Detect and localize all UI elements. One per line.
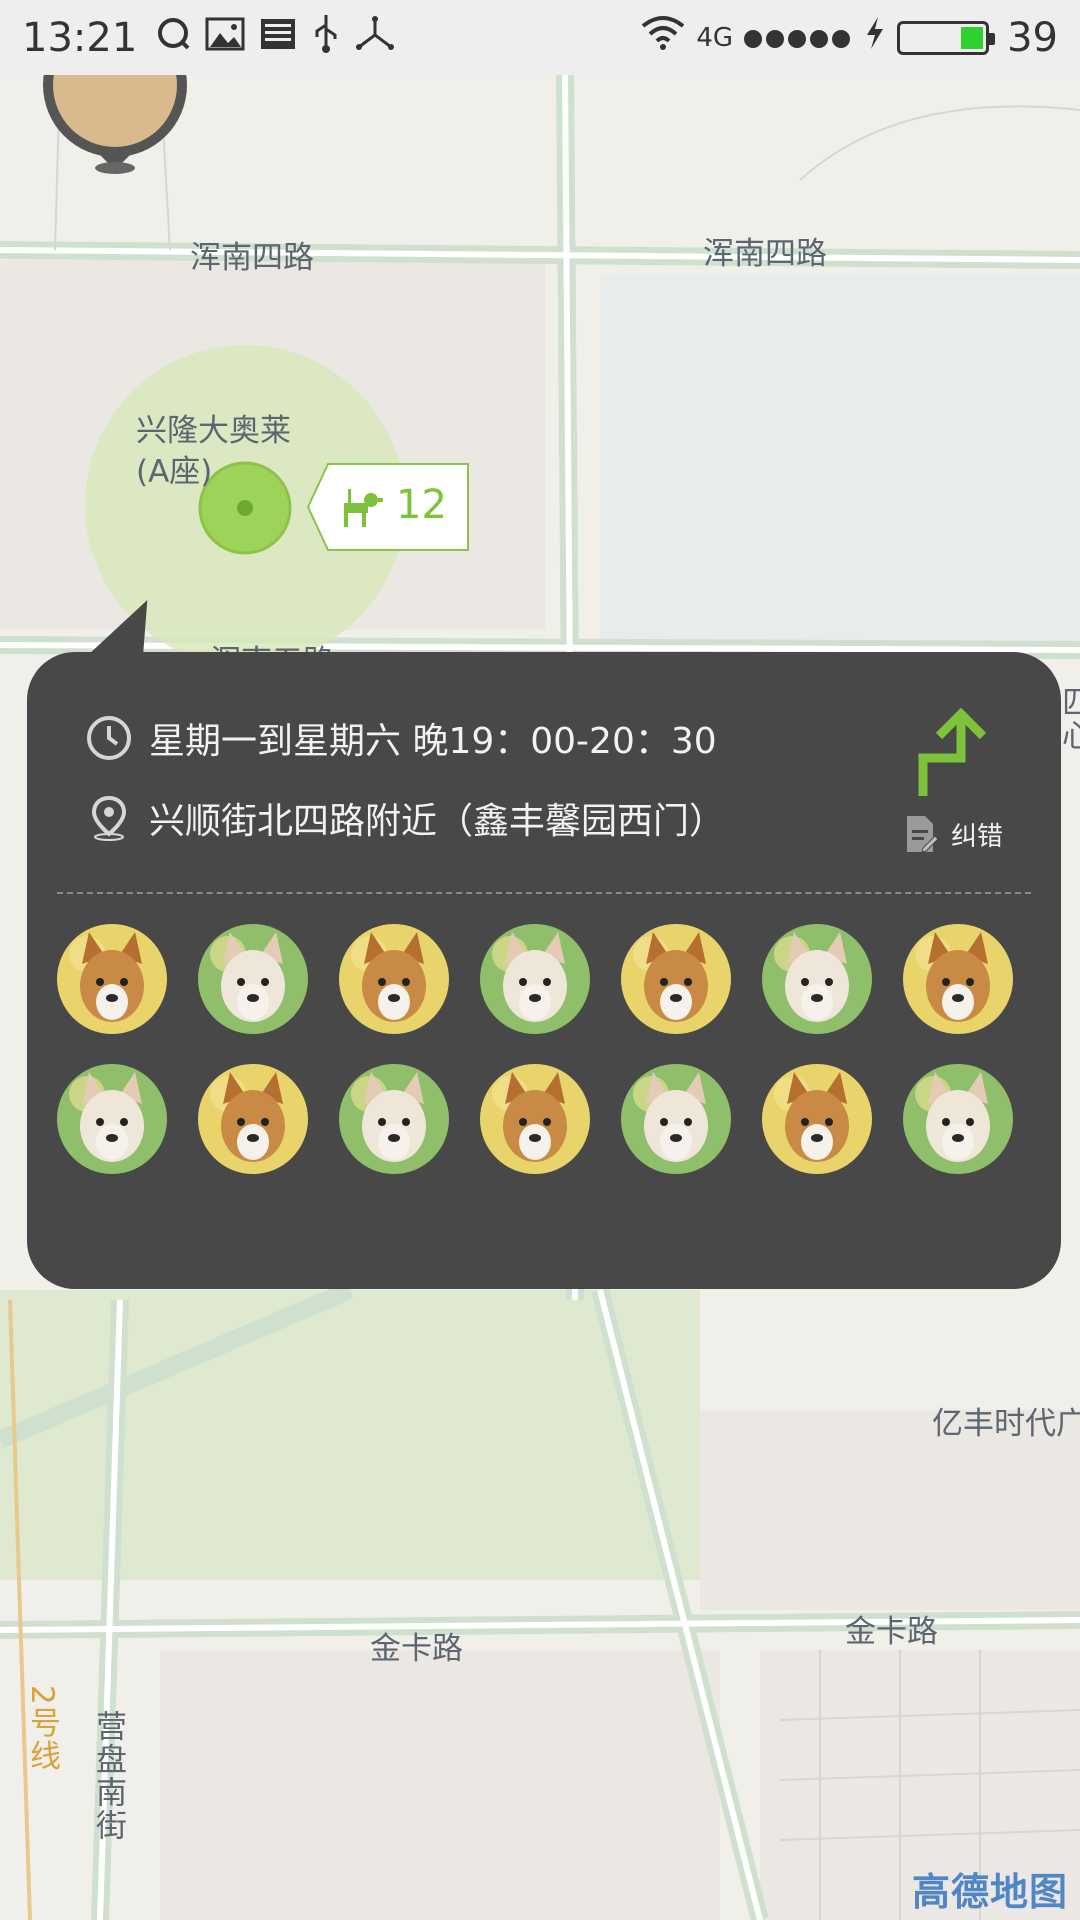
chihuahua-avatar[interactable] xyxy=(762,924,872,1034)
road-label: 金卡路 xyxy=(370,1631,463,1667)
clock-icon xyxy=(87,716,131,760)
location-pin-icon xyxy=(91,795,127,841)
dog-avatar-grid xyxy=(57,924,1037,1174)
share-icon xyxy=(355,15,395,61)
corgi-avatar[interactable] xyxy=(198,1064,308,1174)
corgi-avatar[interactable] xyxy=(339,924,449,1034)
correct-button[interactable]: 纠错 xyxy=(903,814,1003,854)
poi-label[interactable]: 兴隆大奥莱 xyxy=(136,405,291,450)
image-icon xyxy=(205,15,245,61)
poi-label-sub: (A座) xyxy=(136,454,213,490)
wifi-icon xyxy=(640,14,686,62)
chihuahua-avatar[interactable] xyxy=(198,924,308,1034)
navigate-arrow-icon[interactable] xyxy=(915,708,991,800)
road-label: 金卡路 xyxy=(845,1614,938,1650)
chihuahua-avatar[interactable] xyxy=(903,1064,1013,1174)
signal-icon xyxy=(743,15,853,61)
dog-count: 12 xyxy=(396,482,447,528)
corgi-avatar[interactable] xyxy=(480,1064,590,1174)
battery-level: 39 xyxy=(1007,14,1058,61)
usb-icon xyxy=(311,13,341,63)
network-type: 4G xyxy=(696,22,734,53)
dog-walk-icon xyxy=(344,489,383,527)
status-time: 13:21 xyxy=(22,14,138,61)
schedule-text: 星期一到星期六 晚19：00-20：30 xyxy=(149,721,717,762)
location-row: 兴顺街北四路附近（鑫丰馨园西门） xyxy=(85,792,725,844)
divider xyxy=(57,892,1031,894)
news-icon xyxy=(259,15,297,61)
schedule-row: 星期一到星期六 晚19：00-20：30 xyxy=(85,712,717,764)
road-label: 浑南四路 xyxy=(190,240,314,276)
road-label: 浑南四路 xyxy=(703,236,827,272)
correct-label: 纠错 xyxy=(950,821,1003,852)
corgi-avatar[interactable] xyxy=(762,1064,872,1174)
dog-count-badge[interactable]: 12 xyxy=(306,462,471,552)
street-label: 营盘南街 xyxy=(90,1710,126,1842)
location-text: 兴顺街北四路附近（鑫丰馨园西门） xyxy=(149,801,726,842)
chihuahua-avatar[interactable] xyxy=(57,1064,167,1174)
walk-info-card: 星期一到星期六 晚19：00-20：30 兴顺街北四路附近（鑫丰馨园西门） 纠错 xyxy=(27,652,1061,1289)
poi-label[interactable]: 亿丰时代广 xyxy=(932,1398,1080,1443)
corgi-avatar[interactable] xyxy=(57,924,167,1034)
battery-icon xyxy=(897,20,996,55)
qq-icon xyxy=(155,15,191,61)
chihuahua-avatar[interactable] xyxy=(480,924,590,1034)
corgi-avatar[interactable] xyxy=(621,924,731,1034)
status-bar: 13:21 4G 39 xyxy=(0,0,1080,75)
chihuahua-avatar[interactable] xyxy=(621,1064,731,1174)
chihuahua-avatar[interactable] xyxy=(339,1064,449,1174)
corgi-avatar[interactable] xyxy=(903,924,1013,1034)
edit-document-icon xyxy=(906,816,939,853)
charging-icon xyxy=(863,15,887,61)
map-provider-logo: 高德地图 xyxy=(911,1870,1068,1914)
metro-line-label: 2号线 xyxy=(24,1685,60,1773)
